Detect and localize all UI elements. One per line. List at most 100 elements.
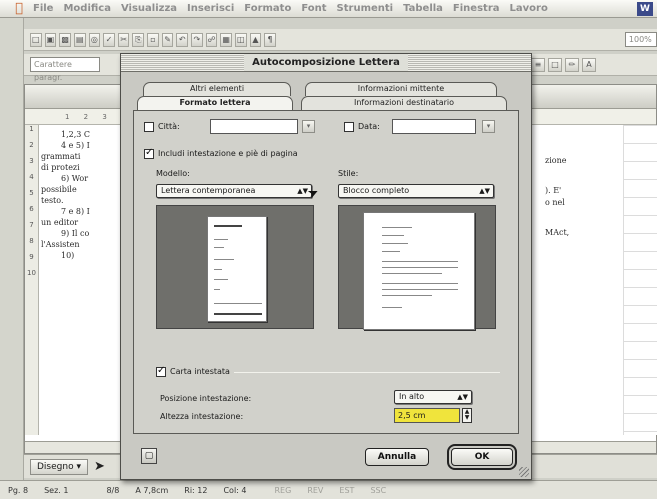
bullets-icon[interactable]: ≡ [531,57,545,72]
header-height-value: 2,5 cm [398,411,426,420]
status-page-count: 8/8 [106,485,120,495]
date-field[interactable] [392,119,476,134]
select-objects-icon[interactable]: ➤ [94,459,105,474]
new-document-icon[interactable]: □ [30,32,42,47]
preview-icon[interactable]: ◎ [88,32,101,47]
tab-panel-formato-lettera: Città: ▾ Data: ▾ Includi intestazione e … [133,110,519,434]
ok-button[interactable]: OK [447,444,517,470]
letterhead-separator [234,372,500,373]
letter-wizard-dialog: Autocomposizione Lettera Altri elementi … [120,53,532,480]
style-preview-page [363,212,475,330]
tab-row-back: Altri elementi Informazioni mittente [137,82,497,96]
letterhead-checkbox[interactable] [156,365,166,377]
include-header-label: Includi intestazione e piè di pagina [158,149,298,158]
doc-line: o nel [545,198,565,207]
drawing-icon[interactable]: ▲ [249,32,262,47]
model-preview-page [207,216,267,322]
document-text-right[interactable]: zione ). E' o nel MAct, [545,155,605,239]
include-header-checkbox[interactable] [144,147,154,159]
header-height-label: Altezza intestazione: [160,412,244,421]
status-position: A 7,8cm [135,485,169,495]
status-column: Col: 4 [223,485,247,495]
status-mode-rev[interactable]: REV [299,486,331,495]
doc-line: MAct, [545,228,570,237]
save-icon[interactable]: ▩ [59,32,71,47]
date-dropdown-button[interactable]: ▾ [482,120,495,133]
tab-formato-lettera[interactable]: Formato lettera [137,96,293,110]
tab-informazioni-destinatario[interactable]: Informazioni destinatario [301,96,507,110]
style-preview [338,205,496,330]
header-height-stepper[interactable]: ▲ ▼ [462,408,472,423]
menu-inserisci[interactable]: Inserisci [182,3,239,14]
spelling-icon[interactable]: ✓ [103,32,115,47]
undo-icon[interactable]: ↶ [176,32,189,47]
menu-strumenti[interactable]: Strumenti [332,3,399,14]
header-position-label: Posizione intestazione: [160,394,252,403]
cut-icon[interactable]: ✂ [117,32,130,47]
model-label: Modello: [156,169,190,178]
status-line: Ri: 12 [184,485,208,495]
menu-font[interactable]: Font [296,3,331,14]
font-color-icon[interactable]: A [582,57,596,72]
print-icon[interactable]: ▤ [73,32,86,47]
menu-formato[interactable]: Formato [239,3,296,14]
vertical-ruler: 1 2 3 4 5 6 7 8 9 10 [25,125,39,435]
menu-visualizza[interactable]: Visualizza [116,3,182,14]
doc-line: zione [545,156,567,165]
status-mode-ssc[interactable]: SSC [362,486,394,495]
menu-tabella[interactable]: Tabella [398,3,448,14]
status-mode-est[interactable]: EST [331,486,362,495]
date-label: Data: [358,122,380,131]
word-app-icon[interactable]: W [637,2,653,16]
format-painter-icon[interactable]: ✎ [161,32,174,47]
open-folder-icon[interactable]: ▣ [44,32,57,47]
cancel-button[interactable]: Annulla [365,448,429,466]
style-select-arrow-icon: ▲▼ [479,187,490,195]
menu-file[interactable]: File [28,3,58,14]
tab-informazioni-mittente[interactable]: Informazioni mittente [305,82,497,96]
border-icon[interactable]: □ [548,57,562,72]
dialog-titlebar[interactable]: Autocomposizione Lettera [121,54,531,72]
dialog-title: Autocomposizione Lettera [244,54,408,71]
hyperlink-icon[interactable]: ☍ [205,32,218,47]
spreadsheet-grid [623,125,657,435]
model-select[interactable]: Lettera contemporanea ▲▼ [156,184,312,198]
menubar:  File Modifica Visualizza Inserisci For… [0,0,657,18]
desktop-edge [0,18,24,499]
draw-label: Disegno [37,461,74,472]
date-checkbox[interactable] [344,122,354,132]
status-section: Sez. 1 [44,485,69,495]
resize-handle[interactable] [519,467,529,477]
help-icon[interactable]: ▢ [141,448,157,464]
columns-icon[interactable]: ◫ [234,32,247,47]
city-dropdown-button[interactable]: ▾ [302,120,315,133]
menu-lavoro[interactable]: Lavoro [505,3,553,14]
tab-altri-elementi[interactable]: Altri elementi [143,82,291,96]
table-icon[interactable]: ▦ [220,32,232,47]
highlight-icon[interactable]: ✏ [565,57,579,72]
paste-icon[interactable]: ▫ [147,32,159,47]
redo-icon[interactable]: ↷ [191,32,203,47]
standard-toolbar: □ ▣ ▩ ▤ ◎ ✓ ✂ ⎘ ▫ ✎ ↶ ↷ ☍ ▦ ◫ ▲ ¶ 100% [24,29,657,51]
menu-modifica[interactable]: Modifica [58,3,116,14]
header-position-arrow-icon: ▲▼ [457,393,468,401]
draw-menu-button[interactable]: Disegno ▾ [30,458,88,475]
model-preview [156,205,314,329]
tab-row-front: Formato lettera Informazioni destinatari… [137,96,507,110]
style-select[interactable]: Carattere paragr. [30,57,100,82]
header-position-select[interactable]: In alto ▲▼ [394,390,472,404]
show-hide-icon[interactable]: ¶ [264,32,276,47]
model-select-value: Lettera contemporanea [161,186,256,195]
letterhead-label: Carta intestata [170,367,230,376]
status-mode-reg[interactable]: REG [255,486,300,495]
zoom-select[interactable]: 100% [624,32,657,47]
status-bar: Pg. 8 Sez. 1 8/8 A 7,8cm Ri: 12 Col: 4 R… [0,480,657,499]
city-checkbox[interactable] [144,122,154,132]
city-label: Città: [158,122,180,131]
style-select[interactable]: Blocco completo ▲▼ [338,184,494,198]
menu-finestra[interactable]: Finestra [448,3,505,14]
apple-menu-icon[interactable]:  [10,1,28,16]
city-field[interactable] [210,119,298,134]
header-height-field[interactable]: 2,5 cm [394,408,460,423]
copy-icon[interactable]: ⎘ [132,32,145,47]
